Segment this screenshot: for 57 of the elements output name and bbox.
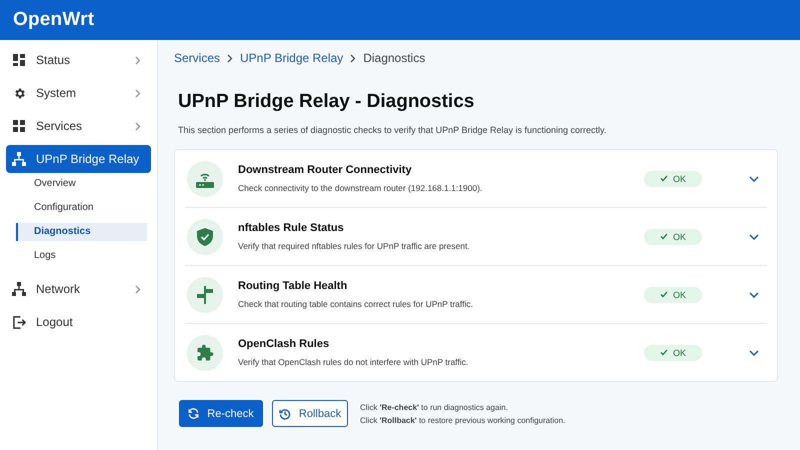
network-icon (12, 282, 26, 296)
sidebar-item[interactable]: Services (6, 112, 151, 140)
breadcrumb-current: Diagnostics (363, 51, 426, 65)
check-icon (660, 233, 668, 240)
rollback-button[interactable]: Rollback (272, 400, 348, 427)
page-description: This section performs a series of diagnostic checks to verify that UPnP Bridge Relay is functioning correctly. (178, 125, 608, 135)
chevron-right-icon (135, 284, 141, 294)
check-title: Routing Table Health (238, 280, 348, 292)
submenu-item[interactable]: Configuration (16, 199, 147, 217)
check-icon (660, 291, 668, 298)
chevron-right-icon (135, 122, 141, 130)
submenu-item[interactable]: Diagnostics (16, 223, 147, 241)
signpost-icon (196, 286, 214, 304)
grid-icon (13, 120, 25, 132)
status-badge: OK (644, 286, 702, 302)
check-description: Check that routing table contains correct rules for UPnP traffic. (238, 299, 474, 309)
breadcrumb-link[interactable]: UPnP Bridge Relay (240, 51, 344, 65)
chevron-right-icon (135, 56, 141, 64)
status-badge: OK (644, 170, 702, 186)
check-description: Check connectivity to the downstream router (192.168.1.1:1900). (238, 183, 484, 193)
check-title: nftables Rule Status (238, 222, 345, 234)
page-title: UPnP Bridge Relay - Diagnostics (178, 91, 476, 113)
hint-text: Click 'Re-check' to run diagnostics again. (360, 402, 509, 412)
sidebar-item[interactable]: System (6, 79, 151, 107)
refresh-icon (188, 408, 200, 419)
breadcrumb-link[interactable]: Services (174, 51, 220, 65)
shield-check-icon (197, 228, 213, 246)
brand-logo[interactable]: OpenWrt (13, 9, 94, 31)
check-title: Downstream Router Connectivity (238, 164, 413, 176)
recheck-button[interactable]: Re-check (179, 400, 263, 427)
check-title: OpenClash Rules (238, 338, 330, 350)
submenu-item[interactable]: Overview (16, 175, 147, 193)
chevron-right-icon (135, 88, 141, 98)
check-icon (660, 349, 668, 356)
check-icon (660, 175, 668, 182)
puzzle-icon (196, 344, 214, 362)
chevron-down-icon[interactable] (749, 292, 759, 298)
settings-icon (12, 86, 26, 100)
check-description: Verify that OpenClash rules do not interfere with UPnP traffic. (238, 357, 470, 367)
sidebar-item[interactable]: Logout (6, 308, 151, 336)
chevron-down-icon[interactable] (749, 234, 759, 240)
chevron-down-icon[interactable] (749, 350, 759, 356)
hint-text: Click 'Rollback' to restore previous working configuration. (360, 416, 566, 424)
status-badge: OK (644, 228, 702, 244)
dashboard-icon (13, 54, 25, 66)
network-icon (12, 152, 26, 166)
chevron-down-icon[interactable] (749, 176, 759, 182)
breadcrumb-separator-icon (227, 54, 234, 62)
sidebar-item[interactable]: UPnP Bridge Relay (6, 145, 151, 173)
submenu-item[interactable]: Logs (16, 247, 147, 265)
logout-icon (12, 316, 26, 328)
breadcrumb-separator-icon (350, 54, 356, 62)
sidebar-item[interactable]: Network (6, 275, 151, 303)
history-icon (278, 408, 291, 420)
check-description: Verify that required nftables rules for UPnP traffic are present. (238, 241, 471, 251)
sidebar-item[interactable]: Status (6, 46, 151, 74)
status-badge: OK (644, 344, 702, 360)
